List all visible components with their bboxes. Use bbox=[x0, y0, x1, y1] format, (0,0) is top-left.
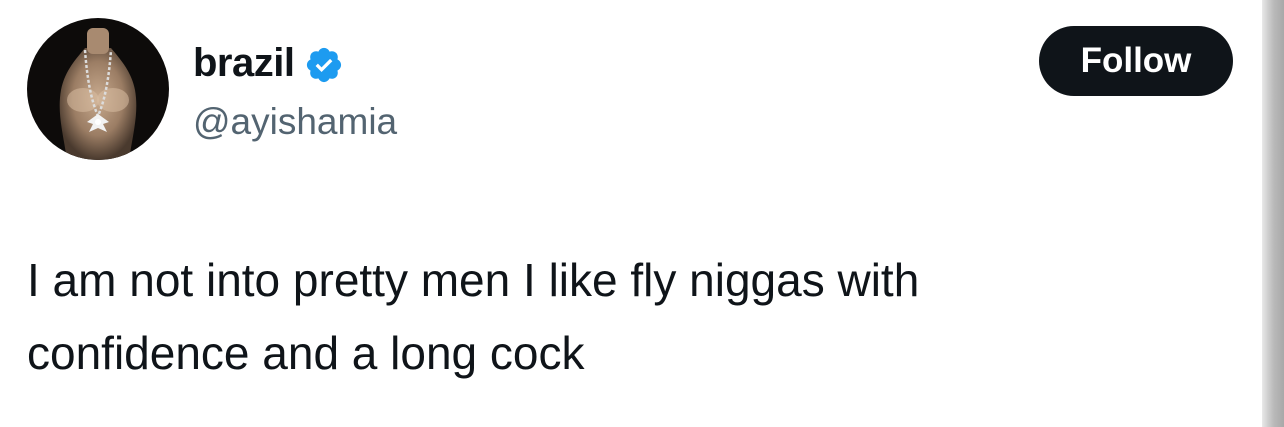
avatar-image bbox=[27, 18, 169, 160]
display-name-row: brazil bbox=[193, 38, 344, 88]
avatar[interactable] bbox=[27, 18, 169, 160]
page-edge bbox=[1262, 0, 1284, 427]
tweet-text-line-1: I am not into pretty men I like fly nigg… bbox=[27, 254, 920, 306]
display-name[interactable]: brazil bbox=[193, 38, 295, 88]
tweet-text: I am not into pretty men I like fly nigg… bbox=[27, 244, 1177, 390]
tweet-text-line-2: confidence and a long cock bbox=[27, 327, 585, 379]
user-handle[interactable]: @ayishamia bbox=[193, 97, 397, 147]
follow-button[interactable]: Follow bbox=[1039, 26, 1233, 96]
verified-badge-icon bbox=[304, 45, 344, 85]
tweet-card: brazil @ayishamia Follow I am not into p… bbox=[0, 0, 1284, 427]
